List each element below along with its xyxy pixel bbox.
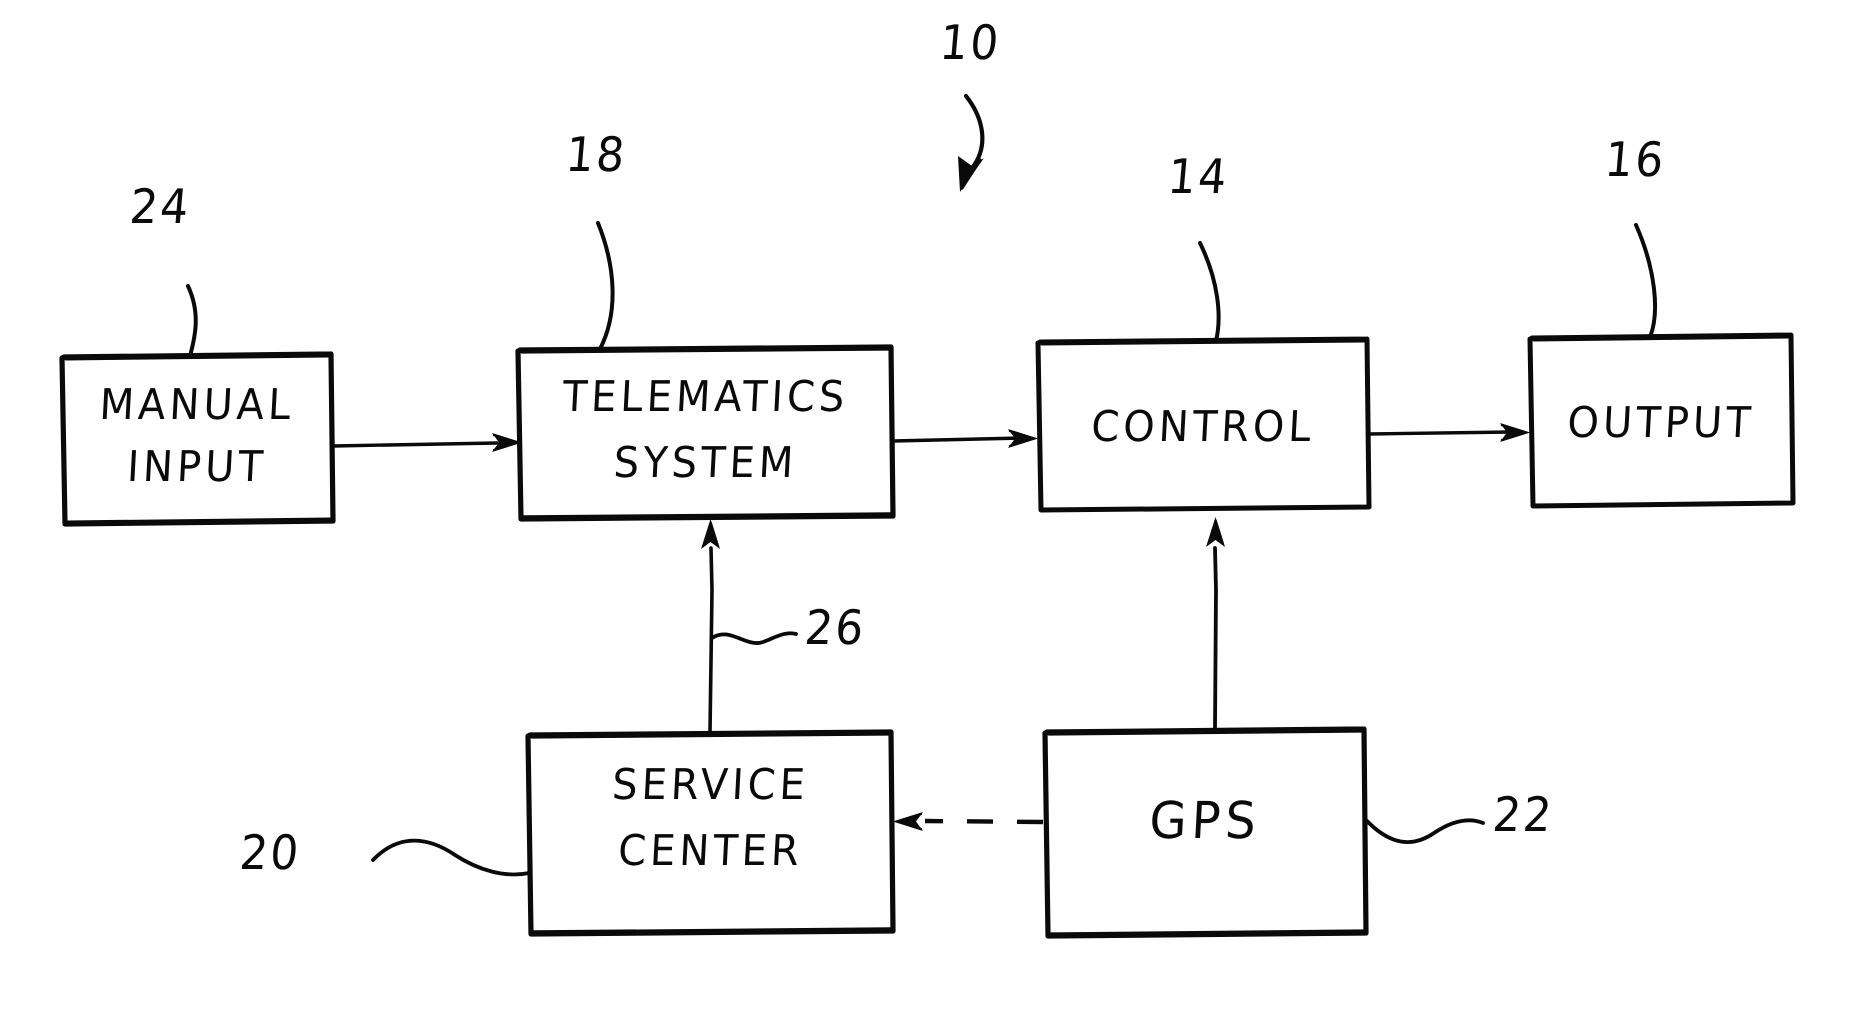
block-manual-input[interactable] bbox=[59, 351, 336, 527]
leader-line-22 bbox=[1364, 818, 1485, 844]
connector-manual-input-to-telematics bbox=[331, 431, 524, 454]
connector-control-to-output bbox=[1367, 421, 1532, 444]
leader-line-24 bbox=[186, 284, 198, 358]
block-label-manual-input-line2: INPUT bbox=[125, 442, 269, 492]
reference-numeral-26: 26 bbox=[802, 600, 868, 657]
block-label-telematics-line1: TELEMATICS bbox=[561, 372, 850, 422]
block-label-telematics-line2: SYSTEM bbox=[612, 438, 799, 488]
reference-numeral-18: 18 bbox=[563, 127, 629, 184]
reference-numeral-16: 16 bbox=[1602, 132, 1668, 189]
reference-numeral-20: 20 bbox=[237, 825, 303, 882]
block-label-service-center-line1: SERVICE bbox=[610, 760, 811, 810]
reference-numeral-10: 10 bbox=[937, 15, 1003, 72]
leader-line-16 bbox=[1634, 223, 1658, 339]
connector-service-center-to-telematics bbox=[699, 517, 722, 734]
leader-line-18 bbox=[596, 221, 615, 351]
patent-figure: MANUAL INPUT TELEMATICS SYSTEM CONTROL O… bbox=[0, 0, 1851, 1016]
leader-line-20 bbox=[371, 838, 531, 877]
reference-numeral-14: 14 bbox=[1165, 149, 1231, 206]
connector-telematics-to-control bbox=[891, 427, 1040, 450]
block-label-manual-input-line1: MANUAL bbox=[98, 380, 296, 430]
leader-line-14 bbox=[1198, 241, 1221, 343]
block-label-control: CONTROL bbox=[1090, 402, 1316, 452]
leader-line-26 bbox=[710, 631, 798, 645]
reference-numeral-22: 22 bbox=[1490, 787, 1556, 844]
reference-numeral-24: 24 bbox=[127, 179, 193, 236]
block-label-service-center-line2: CENTER bbox=[616, 826, 805, 876]
connector-gps-to-control bbox=[1204, 515, 1227, 731]
block-label-output: OUTPUT bbox=[1566, 398, 1756, 448]
connector-gps-to-service-center bbox=[891, 810, 1044, 833]
leader-arrow-10 bbox=[958, 93, 985, 192]
block-label-gps: GPS bbox=[1147, 791, 1263, 851]
